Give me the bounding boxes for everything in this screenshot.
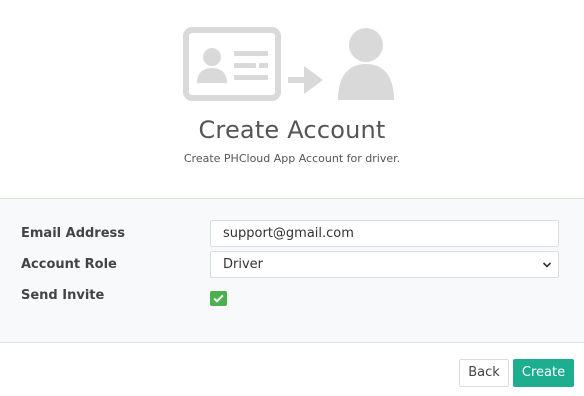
- hero-illustration: [182, 26, 398, 102]
- chevron-down-icon: [542, 262, 552, 268]
- account-form: Email Address support@gmail.com Account …: [0, 198, 584, 343]
- id-card-icon: [183, 27, 281, 101]
- create-button[interactable]: Create: [513, 359, 574, 387]
- back-button[interactable]: Back: [459, 359, 509, 387]
- email-label: Email Address: [21, 226, 126, 241]
- page-subtitle: Create PHCloud App Account for driver.: [183, 152, 401, 165]
- page-title: Create Account: [198, 116, 386, 144]
- user-icon: [338, 28, 394, 100]
- invite-label: Send Invite: [21, 288, 105, 303]
- check-icon: [213, 294, 224, 303]
- email-input[interactable]: support@gmail.com: [210, 220, 559, 247]
- role-select[interactable]: Driver: [210, 251, 559, 278]
- create-account-page: Create Account Create PHCloud App Accoun…: [0, 0, 584, 396]
- role-select-value: Driver: [223, 257, 264, 272]
- arrow-right-icon: [288, 66, 323, 94]
- role-label: Account Role: [21, 257, 117, 272]
- send-invite-checkbox[interactable]: [210, 291, 227, 306]
